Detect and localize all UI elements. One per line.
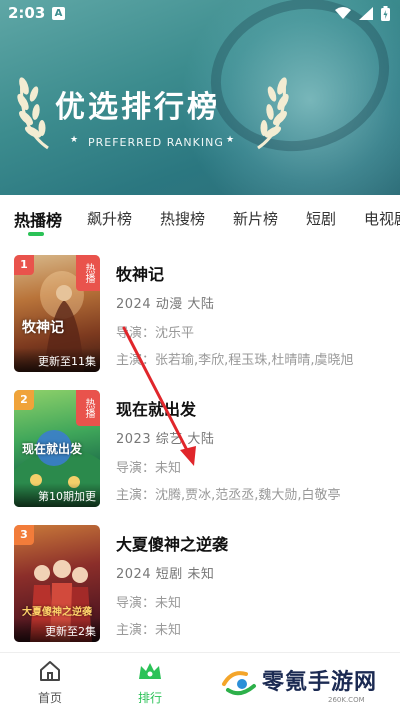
nav-home[interactable]: 首页 [20,659,80,706]
poster-title-art: 大夏傻神之逆袭 [22,607,92,618]
banner-title: 优选排行榜 [55,90,220,125]
tab-active-indicator [28,232,44,236]
list-item[interactable]: 2 热播 现在就出发 第10期加更 现在就出发 2023 综艺 大陆 导演：未知… [0,390,400,515]
nav-ranking-label: 排行 [137,691,162,705]
status-icons [335,6,390,21]
tab-hot-play[interactable]: 热播榜 [14,207,62,231]
episode-caption: 更新至11集 [14,348,100,372]
poster-image[interactable]: 1 热播 牧神记 更新至11集 [14,255,100,372]
banner-title-area: 优选排行榜 ★ PREFERRED RANKING ★ [0,62,310,162]
tab-rising[interactable]: 飙升榜 [87,208,132,229]
rank-badge: 3 [14,525,34,545]
crown-icon [139,663,161,679]
tab-new-release[interactable]: 新片榜 [233,208,278,229]
item-info: 大夏傻神之逆袭 2024 短剧 未知 导演：未知 主演：未知 [116,531,396,638]
star-icon: ★ [70,135,79,145]
watermark-text: 零氪手游网 [262,670,378,695]
notification-icon: A [52,7,65,20]
ranking-tabs: 热播榜 飙升榜 热搜榜 新片榜 短剧 电视剧 [0,195,400,245]
item-cast: 主演：未知 [116,623,182,638]
battery-icon [381,6,390,21]
banner-subtitle: PREFERRED RANKING [88,136,224,149]
list-item[interactable]: 1 热播 牧神记 更新至11集 牧神记 2024 动漫 大陆 导演：沈乐平 主演… [0,255,400,380]
tab-short-drama[interactable]: 短剧 [306,208,336,229]
status-time: 2:03 [8,4,46,22]
list-item[interactable]: 3 大夏傻神之逆袭 更新至2集 大夏傻神之逆袭 2024 短剧 未知 导演：未知… [0,525,400,650]
item-director: 导演：未知 [116,596,182,611]
signal-icon [359,7,373,20]
wifi-icon [335,7,351,19]
nav-home-label: 首页 [37,691,62,705]
watermark-logo-icon [222,671,256,696]
item-title[interactable]: 大夏傻神之逆袭 [116,531,396,555]
item-info: 牧神记 2024 动漫 大陆 导演：沈乐平 主演：张若瑜,李欣,程玉珠,杜晴晴,… [116,261,396,368]
hot-tag: 热播 [76,390,100,426]
laurel-left-icon [17,77,49,150]
item-director: 导演：沈乐平 [116,326,195,341]
episode-caption: 第10期加更 [14,483,100,507]
rank-badge: 2 [14,390,34,410]
item-meta: 2023 综艺 大陆 [116,432,215,447]
site-watermark: 零氪手游网 260K.COM [218,660,396,708]
ranking-banner: 2:03 A 优选排行榜 ★ PREFERRED RANKING ★ [0,0,400,195]
star-icon: ★ [226,135,235,145]
tab-tv-series[interactable]: 电视剧 [364,208,400,229]
hot-tag: 热播 [76,255,100,291]
item-director: 导演：未知 [116,461,182,476]
item-cast: 主演：沈腾,贾冰,范丞丞,魏大勋,白敬亭 [116,488,341,503]
home-icon [40,661,60,681]
status-bar: 2:03 A [0,0,400,28]
item-title[interactable]: 牧神记 [116,261,396,285]
item-title[interactable]: 现在就出发 [116,396,396,420]
item-meta: 2024 短剧 未知 [116,567,215,582]
item-info: 现在就出发 2023 综艺 大陆 导演：未知 主演：沈腾,贾冰,范丞丞,魏大勋,… [116,396,396,503]
rank-badge: 1 [14,255,34,275]
poster-image[interactable]: 3 大夏傻神之逆袭 更新至2集 [14,525,100,642]
watermark-url: 260K.COM [328,696,365,704]
episode-caption: 更新至2集 [14,618,100,642]
item-cast: 主演：张若瑜,李欣,程玉珠,杜晴晴,虞晓旭 [116,353,354,368]
laurel-right-icon [257,77,289,150]
poster-image[interactable]: 2 热播 现在就出发 第10期加更 [14,390,100,507]
item-meta: 2024 动漫 大陆 [116,297,215,312]
nav-ranking[interactable]: 排行 [120,659,180,706]
tab-hot-search[interactable]: 热搜榜 [160,208,205,229]
poster-title-art: 牧神记 [22,320,64,336]
poster-title-art: 现在就出发 [22,442,83,456]
